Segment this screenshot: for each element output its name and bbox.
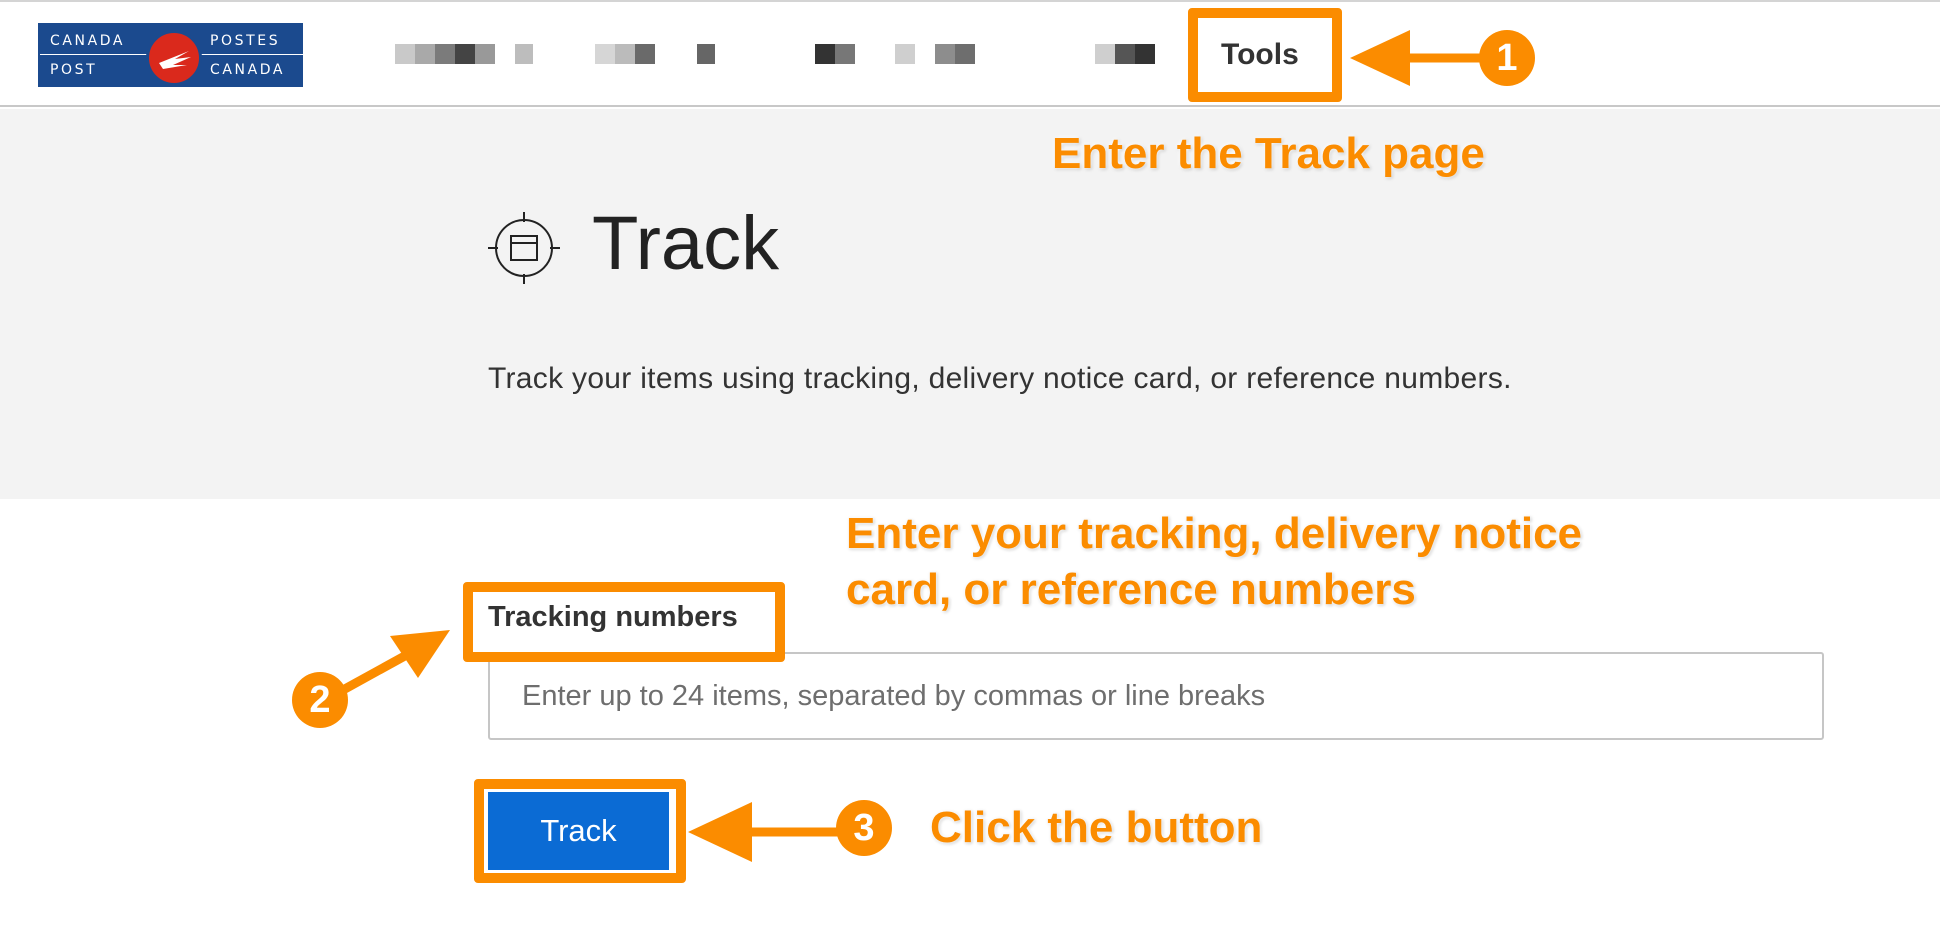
note-step-1: Enter the Track page <box>1052 129 1485 178</box>
nav-pixel <box>635 44 655 64</box>
nav-pixel <box>395 44 415 64</box>
tracking-numbers-input[interactable] <box>488 652 1824 740</box>
page-title: Track <box>592 201 780 286</box>
logo-text-canada: CANADA <box>50 33 126 49</box>
nav-pixel <box>697 44 715 64</box>
nav-pixel <box>955 44 975 64</box>
nav-pixel <box>935 44 955 64</box>
arrow-icon <box>390 630 450 678</box>
nav-pixel <box>815 44 835 64</box>
nav-pixel <box>595 44 615 64</box>
logo-text-canada-fr: CANADA <box>210 62 286 78</box>
step-3-badge: 3 <box>836 800 892 856</box>
nav-pixel <box>835 44 855 64</box>
note-step-3: Click the button <box>930 803 1263 852</box>
canada-post-logo[interactable]: CANADA POSTES POST CANADA <box>38 23 305 87</box>
highlight-box-button <box>474 779 686 883</box>
nav-pixel <box>455 44 475 64</box>
highlight-box-label <box>463 582 785 662</box>
step-1-badge: 1 <box>1479 30 1535 86</box>
step-2-badge: 2 <box>292 672 348 728</box>
arrow-2-shaft <box>340 648 415 694</box>
logo-text-postes: POSTES <box>210 33 281 49</box>
nav-pixel <box>475 44 495 64</box>
note-step-2-line-2: card, or reference numbers <box>846 565 1416 614</box>
site-header: CANADA POSTES POST CANADA Tools <box>0 2 1940 107</box>
track-target-icon <box>488 212 560 284</box>
nav-pixel <box>1115 44 1135 64</box>
logo-wing-icon <box>159 51 191 69</box>
note-step-2-line-1: Enter your tracking, delivery notice <box>846 509 1583 558</box>
highlight-box-tools <box>1188 8 1342 102</box>
nav-pixel <box>895 44 915 64</box>
nav-pixel <box>435 44 455 64</box>
nav-pixel <box>1095 44 1115 64</box>
logo-text-post: POST <box>50 62 98 78</box>
nav-pixel <box>615 44 635 64</box>
nav-pixel <box>515 44 533 64</box>
hero-section <box>0 109 1940 499</box>
nav-pixel <box>1135 44 1155 64</box>
logo-badge-icon <box>146 30 202 86</box>
nav-pixel <box>415 44 435 64</box>
arrow-icon <box>688 802 752 862</box>
page-description: Track your items using tracking, deliver… <box>488 362 1512 395</box>
